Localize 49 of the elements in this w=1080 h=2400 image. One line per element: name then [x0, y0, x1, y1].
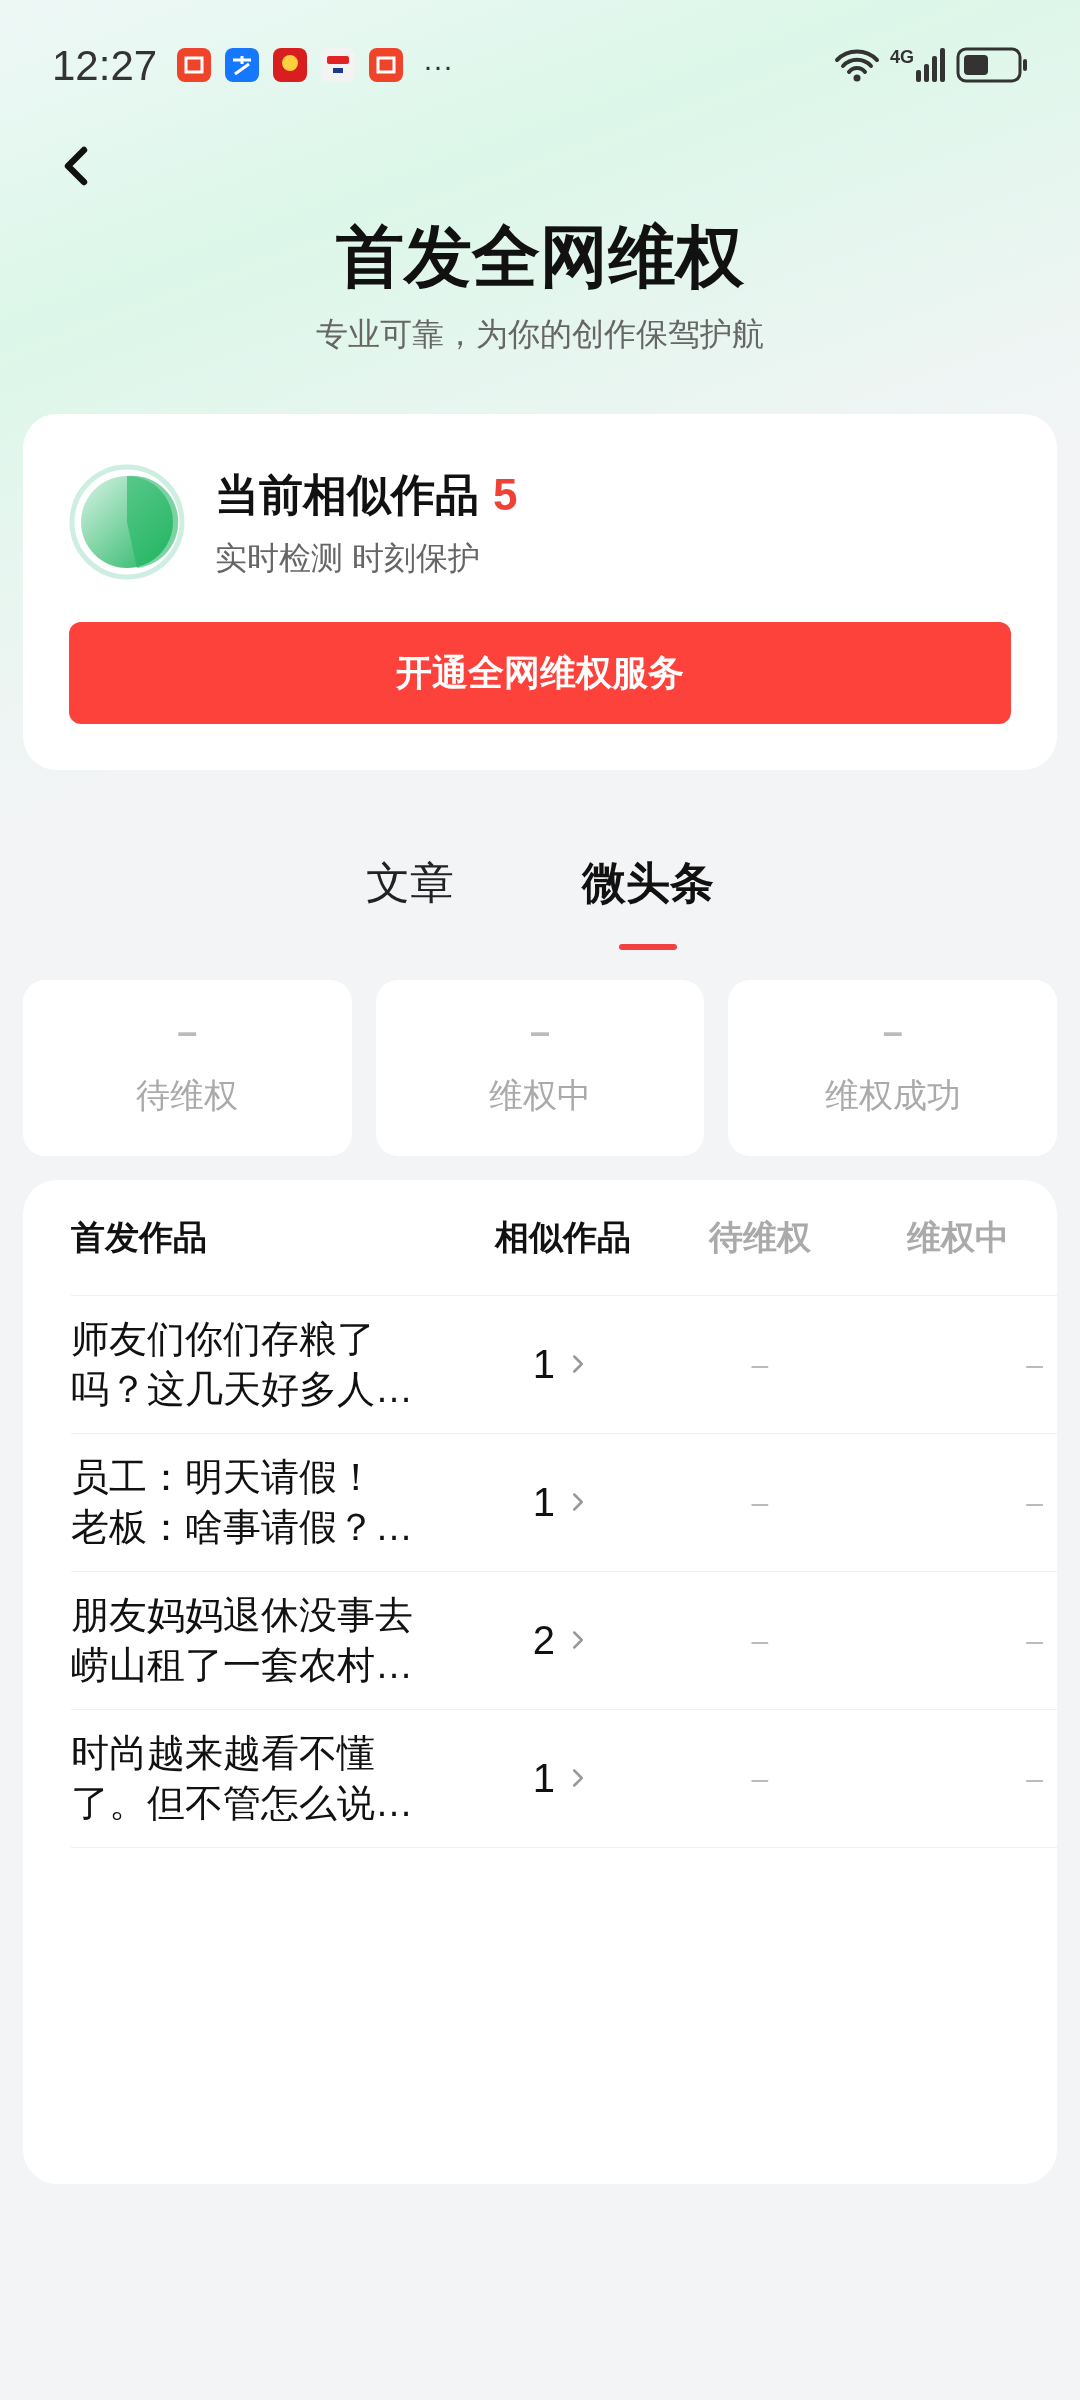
- category-tab[interactable]: 微头条: [582, 849, 714, 950]
- column-header: 待维权: [709, 1216, 811, 1258]
- work-title-line: 崂山租了一套农村…: [71, 1643, 414, 1689]
- work-title-line: 了。但不管怎么说…: [71, 1781, 414, 1827]
- app-notification-icon: [273, 48, 308, 82]
- work-title-line: 老板：啥事请假？…: [71, 1505, 414, 1551]
- app-notification-icon: [369, 48, 404, 82]
- stat-value: –: [177, 1014, 198, 1051]
- work-title-line: 时尚越来越看不懂: [71, 1731, 376, 1777]
- similar-count[interactable]: 1: [532, 1472, 556, 1533]
- in-progress-value: –: [1026, 1484, 1043, 1521]
- category-tab[interactable]: 文章: [366, 849, 454, 950]
- signal-icon: [916, 48, 946, 82]
- similar-count[interactable]: 2: [532, 1610, 556, 1671]
- wifi-icon: [834, 48, 880, 82]
- battery-icon: [956, 47, 1028, 83]
- pending-value: –: [751, 1484, 769, 1521]
- app-notification-icon: [321, 48, 356, 82]
- pending-value: –: [751, 1346, 769, 1383]
- detection-progress-icon: [69, 463, 185, 580]
- column-header: 首发作品: [71, 1217, 207, 1256]
- in-progress-value: –: [1026, 1760, 1043, 1797]
- stat-label: 维权中: [489, 1075, 591, 1117]
- in-progress-value: –: [1026, 1622, 1043, 1659]
- stat-value: –: [529, 1014, 550, 1051]
- network-type: 4G: [890, 48, 914, 66]
- column-header: 维权中: [907, 1216, 1009, 1258]
- work-title-line: 师友们你们存粮了: [71, 1317, 376, 1363]
- work-title-line: 员工：明天请假！: [71, 1455, 376, 1501]
- app-notification-icon: [177, 48, 212, 82]
- page-title: 首发全网维权: [336, 217, 744, 296]
- stat-label: 维权成功: [824, 1075, 961, 1117]
- page-subtitle: 专业可靠，为你的创作保驾护航: [316, 314, 764, 354]
- work-title-line: 朋友妈妈退休没事去: [71, 1593, 414, 1639]
- status-time: 12:27: [52, 40, 158, 91]
- similar-works-label: 当前相似作品: [215, 468, 479, 521]
- more-notifications: ···: [423, 47, 454, 84]
- pending-value: –: [751, 1622, 769, 1659]
- stat-label: 待维权: [136, 1075, 239, 1117]
- similar-count[interactable]: 1: [532, 1748, 556, 1809]
- in-progress-value: –: [1026, 1346, 1043, 1383]
- stat-value: –: [882, 1014, 903, 1051]
- summary-caption: 实时检测 时刻保护: [215, 538, 481, 578]
- pending-value: –: [751, 1760, 769, 1797]
- app-notification-icon: [225, 48, 260, 82]
- similar-works-count: 5: [493, 468, 518, 521]
- similar-count[interactable]: 1: [532, 1334, 556, 1395]
- work-title-line: 吗？这几天好多人…: [71, 1367, 414, 1413]
- column-header: 相似作品: [495, 1216, 631, 1258]
